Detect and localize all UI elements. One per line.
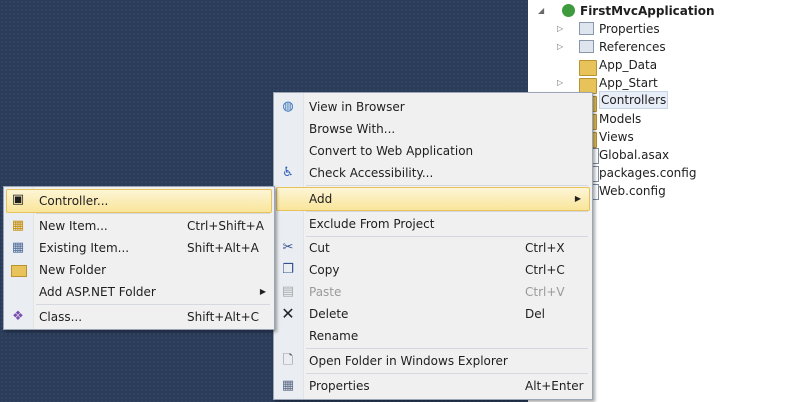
collapsed-arrow-icon[interactable]: ▷: [557, 74, 567, 92]
menu-item-paste[interactable]: ▤ Paste Ctrl+V: [276, 281, 590, 303]
globe-icon: ◍: [282, 99, 294, 114]
accessibility-icon: ♿: [282, 165, 294, 180]
paste-icon: ▤: [281, 284, 295, 299]
menu-item-cut[interactable]: ✂ Cut Ctrl+X: [276, 237, 590, 259]
scissors-icon: ✂: [282, 240, 294, 255]
references-icon: [579, 40, 594, 53]
submenu-item-class[interactable]: ❖ Class... Shift+Alt+C: [6, 306, 272, 328]
delete-icon: ✕: [281, 304, 295, 323]
existing-item-icon: ▦: [11, 240, 25, 255]
properties-icon: [579, 22, 594, 35]
menu-item-rename[interactable]: Rename: [276, 325, 590, 347]
menu-item-add[interactable]: Add ▶: [276, 187, 590, 211]
class-icon: ❖: [12, 309, 24, 324]
menu-item-exclude-from-project[interactable]: Exclude From Project: [276, 213, 590, 235]
submenu-item-new-item[interactable]: ▦ New Item... Ctrl+Shift+A: [6, 215, 272, 237]
add-submenu: ▣ Controller... ▦ New Item... Ctrl+Shift…: [3, 186, 275, 330]
submenu-item-new-folder[interactable]: New Folder: [6, 259, 272, 281]
collapsed-arrow-icon[interactable]: ▷: [557, 38, 567, 56]
submenu-arrow-icon: ▶: [574, 194, 581, 203]
menu-item-delete[interactable]: ✕ Delete Del: [276, 303, 590, 325]
expand-arrow-icon[interactable]: ◢: [538, 2, 548, 20]
folder-icon: [579, 60, 597, 76]
new-item-icon: ▦: [11, 218, 25, 233]
menu-item-properties[interactable]: ▦ Properties Alt+Enter: [276, 375, 590, 397]
project-name: FirstMvcApplication: [580, 4, 715, 18]
properties-icon: ▦: [281, 378, 295, 393]
menu-item-convert-to-web-application[interactable]: Convert to Web Application: [276, 140, 590, 162]
controller-icon: ▣: [11, 192, 25, 207]
new-folder-icon: [10, 262, 27, 278]
open-folder-icon: 🗋: [282, 353, 294, 368]
submenu-item-add-aspnet-folder[interactable]: Add ASP.NET Folder ▶: [6, 281, 272, 303]
menu-item-open-folder[interactable]: 🗋 Open Folder in Windows Explorer: [276, 350, 590, 372]
collapsed-arrow-icon[interactable]: ▷: [557, 20, 567, 38]
web-project-icon: [562, 4, 575, 17]
menu-item-browse-with[interactable]: Browse With...: [276, 118, 590, 140]
submenu-item-existing-item[interactable]: ▦ Existing Item... Shift+Alt+A: [6, 237, 272, 259]
menu-item-view-in-browser[interactable]: ◍ View in Browser: [276, 96, 590, 118]
context-menu: ◍ View in Browser Browse With... Convert…: [273, 92, 593, 400]
submenu-item-controller[interactable]: ▣ Controller...: [6, 189, 272, 213]
submenu-arrow-icon: ▶: [259, 287, 266, 296]
menu-item-copy[interactable]: ❐ Copy Ctrl+C: [276, 259, 590, 281]
menu-item-check-accessibility[interactable]: ♿ Check Accessibility...: [276, 162, 590, 184]
copy-icon: ❐: [282, 262, 294, 277]
